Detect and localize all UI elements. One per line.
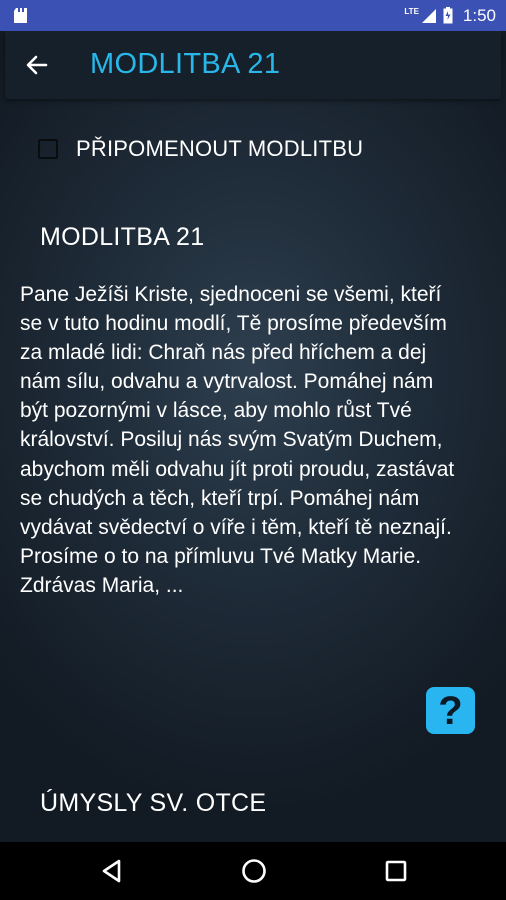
home-circle-icon xyxy=(242,859,266,883)
status-indicators: LTE 1:50 xyxy=(404,0,496,31)
prayer-text: Pane Ježíši Kriste, sjednoceni se všemi,… xyxy=(20,283,455,597)
reminder-label: PŘIPOMENOUT MODLITBU xyxy=(76,136,364,161)
clock: 1:50 xyxy=(462,5,496,25)
reminder-checkbox-row[interactable]: PŘIPOMENOUT MODLITBU xyxy=(30,131,363,167)
nav-recents-button[interactable] xyxy=(381,856,411,886)
nav-home-button[interactable] xyxy=(239,856,269,886)
recents-square-icon xyxy=(385,860,407,882)
arrow-left-icon xyxy=(26,55,48,75)
prayer-screen: MODLITBA 21 PŘIPOMENOUT MODLITBU MODLITB… xyxy=(0,31,506,842)
reminder-checkbox[interactable] xyxy=(38,139,58,159)
back-button[interactable] xyxy=(19,47,55,83)
navigation-bar xyxy=(0,842,506,900)
help-button[interactable]: ? xyxy=(426,687,475,734)
battery-icon xyxy=(443,7,453,24)
toolbar-title: MODLITBA 21 xyxy=(90,48,281,80)
back-triangle-icon xyxy=(102,859,121,883)
signal-icon xyxy=(421,8,436,23)
question-mark-icon: ? xyxy=(438,688,463,733)
toolbar: MODLITBA 21 xyxy=(5,31,501,99)
section-title: ÚMYSLY SV. OTCE xyxy=(40,789,267,817)
app-notification-icon xyxy=(14,8,27,23)
nav-back-button[interactable] xyxy=(97,856,127,886)
status-bar: LTE 1:50 xyxy=(0,0,506,31)
prayer-title: MODLITBA 21 xyxy=(40,223,205,251)
network-type: LTE xyxy=(404,7,419,16)
